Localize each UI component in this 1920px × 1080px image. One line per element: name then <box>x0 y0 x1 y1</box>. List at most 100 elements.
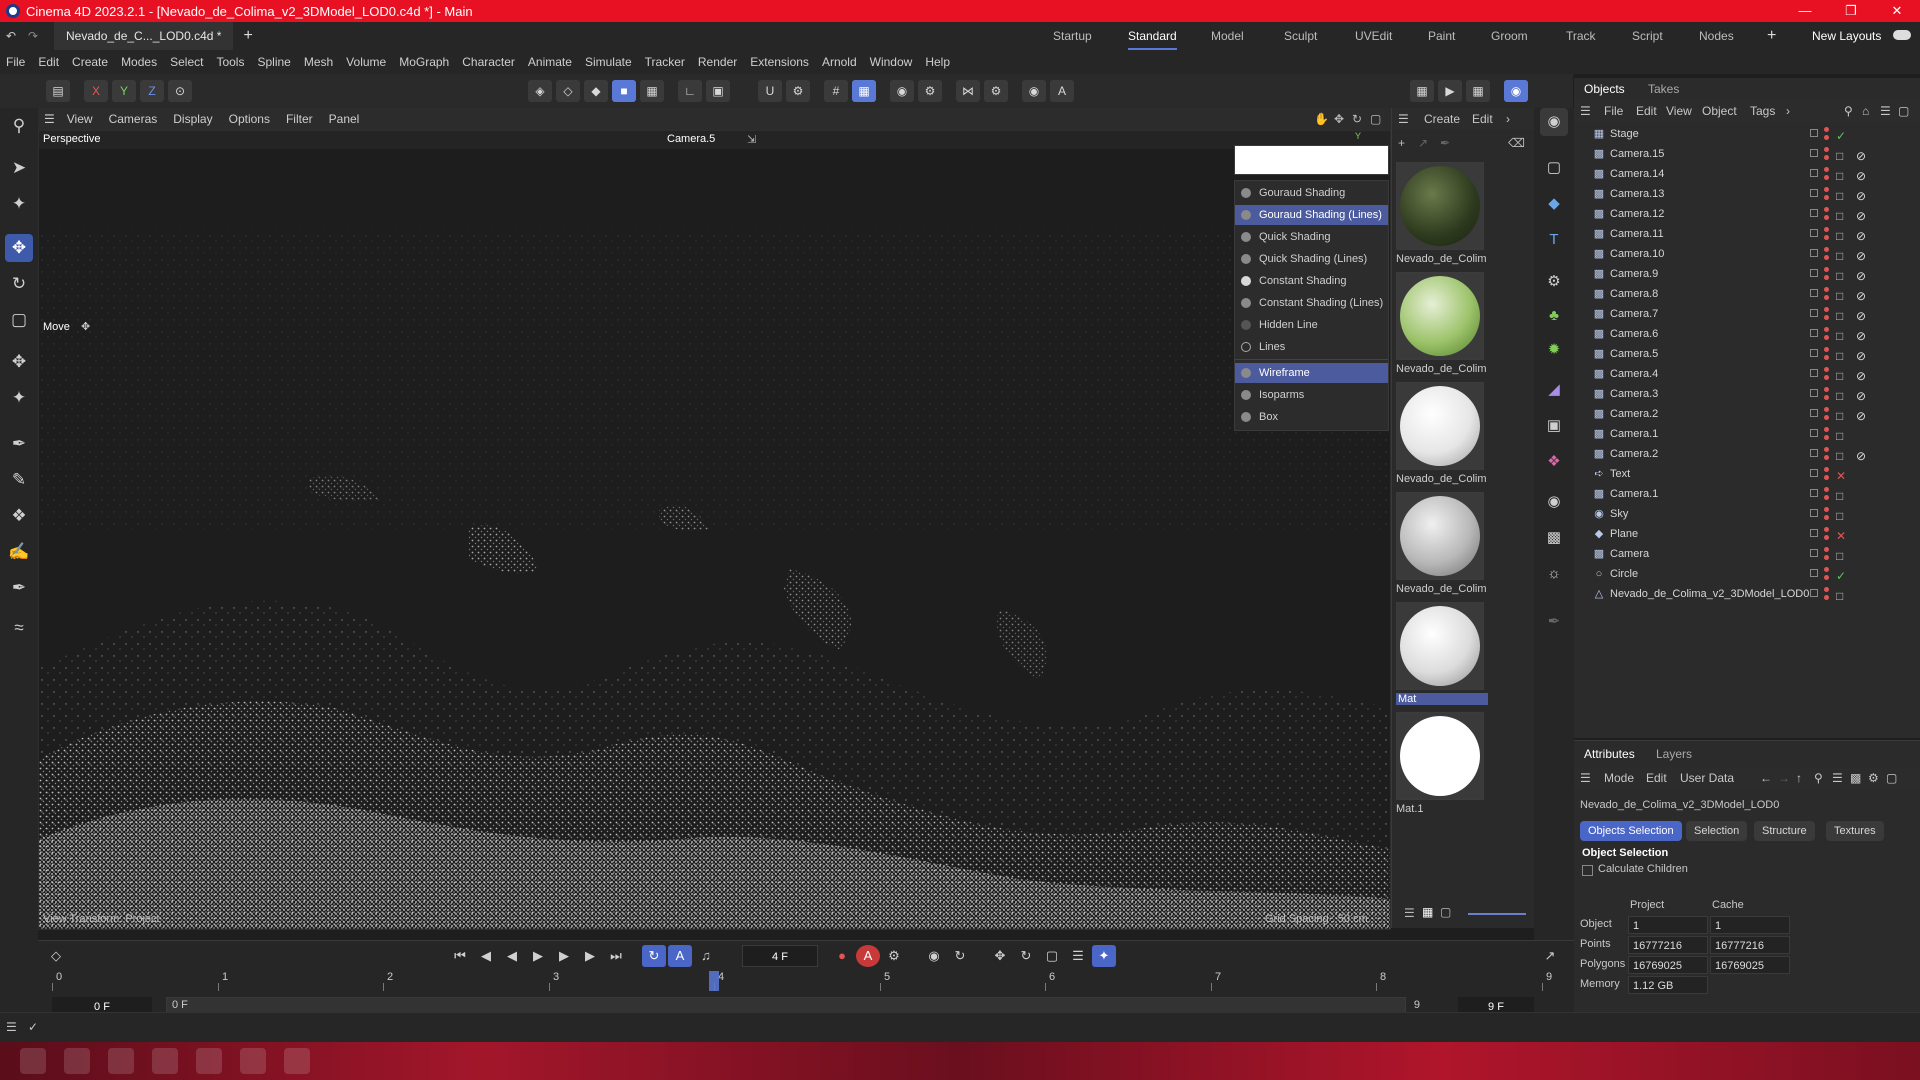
shading-wireframe[interactable]: Wireframe <box>1235 363 1388 383</box>
visibility-editor-dot[interactable] <box>1824 367 1829 372</box>
generator-icon[interactable]: ⚙ <box>1540 268 1568 296</box>
record-icon[interactable]: ● <box>830 945 854 967</box>
layout-tab-sculpt[interactable]: Sculpt <box>1284 22 1317 50</box>
brush-tool-icon[interactable]: ✍ <box>5 538 33 566</box>
layer-icon[interactable] <box>1810 329 1818 337</box>
shading-lines[interactable]: Lines <box>1235 337 1388 357</box>
forward-arrow-icon[interactable]: → <box>1778 771 1790 785</box>
playhead[interactable] <box>709 971 719 991</box>
shading-quick-lines[interactable]: Quick Shading (Lines) <box>1235 249 1388 269</box>
layer-icon[interactable] <box>1810 429 1818 437</box>
layer-icon[interactable] <box>1810 229 1818 237</box>
object-row[interactable]: ○ Circle ✓ <box>1574 564 1920 584</box>
material-swatch[interactable]: Nevado_de_Colim <box>1396 162 1488 272</box>
visibility-render-dot[interactable] <box>1824 535 1829 540</box>
visibility-editor-dot[interactable] <box>1824 507 1829 512</box>
object-row[interactable]: ▩ Camera.12 □ ⊘ <box>1574 204 1920 224</box>
material-swatch[interactable]: Nevado_de_Colim <box>1396 492 1488 602</box>
select-options-icon[interactable]: ✦ <box>5 190 33 218</box>
object-row[interactable]: ▩ Camera.4 □ ⊘ <box>1574 364 1920 384</box>
protection-tag-icon[interactable]: ⊘ <box>1856 206 1866 226</box>
status-menu-icon[interactable]: ☰ <box>6 1020 17 1034</box>
camera-view-icon[interactable]: ◉ <box>1540 108 1568 136</box>
menu-tools[interactable]: Tools <box>216 55 244 69</box>
visibility-editor-dot[interactable] <box>1824 127 1829 132</box>
menu-tracker[interactable]: Tracker <box>645 55 685 69</box>
autokey-icon[interactable]: A <box>856 945 880 967</box>
visibility-render-dot[interactable] <box>1824 435 1829 440</box>
arnold-a-icon[interactable]: A <box>1050 80 1074 102</box>
shading-search-field[interactable] <box>1234 145 1389 175</box>
layer-icon[interactable] <box>1810 569 1818 577</box>
previous-frame-icon[interactable]: ◀ <box>500 945 524 967</box>
menu-create[interactable]: Create <box>72 55 108 69</box>
key-rotation-icon[interactable]: ↻ <box>948 945 972 967</box>
add-tab-icon[interactable]: + <box>243 27 252 45</box>
protection-tag-icon[interactable]: ⊘ <box>1856 406 1866 426</box>
layout-tab-groom[interactable]: Groom <box>1491 22 1528 50</box>
protection-tag-icon[interactable]: ⊘ <box>1856 346 1866 366</box>
home-icon[interactable]: ⌂ <box>1862 104 1869 118</box>
tag-icon[interactable]: □ <box>1836 306 1843 326</box>
document-tab[interactable]: Nevado_de_C..._LOD0.c4d * <box>54 22 234 50</box>
protection-tag-icon[interactable]: ⊘ <box>1856 326 1866 346</box>
tag-icon[interactable]: □ <box>1836 186 1843 206</box>
model-mode-icon[interactable]: ■ <box>612 80 636 102</box>
object-row[interactable]: ▩ Camera.8 □ ⊘ <box>1574 284 1920 304</box>
rotate-tool-icon[interactable]: ↻ <box>5 270 33 298</box>
taskbar-app-icon[interactable] <box>64 1048 90 1074</box>
visibility-render-dot[interactable] <box>1824 155 1829 160</box>
menu-character[interactable]: Character <box>462 55 515 69</box>
arnold-icon[interactable]: ◉ <box>1022 80 1046 102</box>
deformer-icon[interactable]: ◢ <box>1540 376 1568 404</box>
trash-icon[interactable]: ⌫ <box>1508 136 1525 150</box>
visibility-render-dot[interactable] <box>1824 275 1829 280</box>
shading-quick[interactable]: Quick Shading <box>1235 227 1388 247</box>
play-icon[interactable]: ▶ <box>526 945 550 967</box>
taskbar-app-icon[interactable] <box>20 1048 46 1074</box>
close-icon[interactable]: ✕ <box>1874 0 1920 22</box>
tag-icon[interactable]: □ <box>1836 246 1843 266</box>
render-settings-icon[interactable]: ⚙ <box>918 80 942 102</box>
text-spline-icon[interactable]: T <box>1540 226 1568 254</box>
coordinate-system-icon[interactable]: ⊙ <box>168 80 192 102</box>
layout-tab-standard[interactable]: Standard <box>1128 22 1177 50</box>
object-row[interactable]: ◆ Plane ✕ <box>1574 524 1920 544</box>
zoom-slider[interactable] <box>1468 913 1526 915</box>
menu-modes[interactable]: Modes <box>121 55 157 69</box>
maximize-view-icon[interactable]: ▢ <box>1370 112 1381 126</box>
polygon-pen-icon[interactable]: ❖ <box>5 502 33 530</box>
tag-icon[interactable]: □ <box>1836 286 1843 306</box>
key-position-icon[interactable]: ◉ <box>922 945 946 967</box>
menu-arnold[interactable]: Arnold <box>822 55 857 69</box>
camera-link-icon[interactable]: ⇲ <box>747 133 756 146</box>
layout-tab-script[interactable]: Script <box>1632 22 1663 50</box>
disabled-tool-icon[interactable]: ✒ <box>1540 608 1568 636</box>
snap-settings-icon[interactable]: ⚙ <box>786 80 810 102</box>
edit-material-icon[interactable]: ✒ <box>1440 136 1450 150</box>
menu-select[interactable]: Select <box>170 55 203 69</box>
menu-edit[interactable]: Edit <box>38 55 59 69</box>
visibility-editor-dot[interactable] <box>1824 487 1829 492</box>
view-mode-icon[interactable]: ◉ <box>1504 80 1528 102</box>
tab-objects[interactable]: Objects <box>1584 82 1625 96</box>
visibility-render-dot[interactable] <box>1824 555 1829 560</box>
active-camera-label[interactable]: Camera.5 <box>667 133 715 145</box>
visibility-render-dot[interactable] <box>1824 495 1829 500</box>
protection-tag-icon[interactable]: ⊘ <box>1856 166 1866 186</box>
layer-icon[interactable] <box>1810 389 1818 397</box>
menu-simulate[interactable]: Simulate <box>585 55 632 69</box>
object-row[interactable]: ▦ Stage ✓ <box>1574 124 1920 144</box>
camera-icon[interactable]: ▩ <box>1540 524 1568 552</box>
taskbar-app-icon[interactable] <box>152 1048 178 1074</box>
up-arrow-icon[interactable]: ↑ <box>1796 771 1802 785</box>
visibility-render-dot[interactable] <box>1824 175 1829 180</box>
protection-tag-icon[interactable]: ⊘ <box>1856 266 1866 286</box>
visibility-editor-dot[interactable] <box>1824 167 1829 172</box>
rotate-view-icon[interactable]: ↻ <box>1352 112 1362 126</box>
visibility-editor-dot[interactable] <box>1824 467 1829 472</box>
object-row[interactable]: ▩ Camera □ <box>1574 544 1920 564</box>
material-swatch[interactable]: Nevado_de_Colim <box>1396 272 1488 382</box>
protection-tag-icon[interactable]: ⊘ <box>1856 306 1866 326</box>
viewport-menu-panel[interactable]: Panel <box>329 112 360 126</box>
